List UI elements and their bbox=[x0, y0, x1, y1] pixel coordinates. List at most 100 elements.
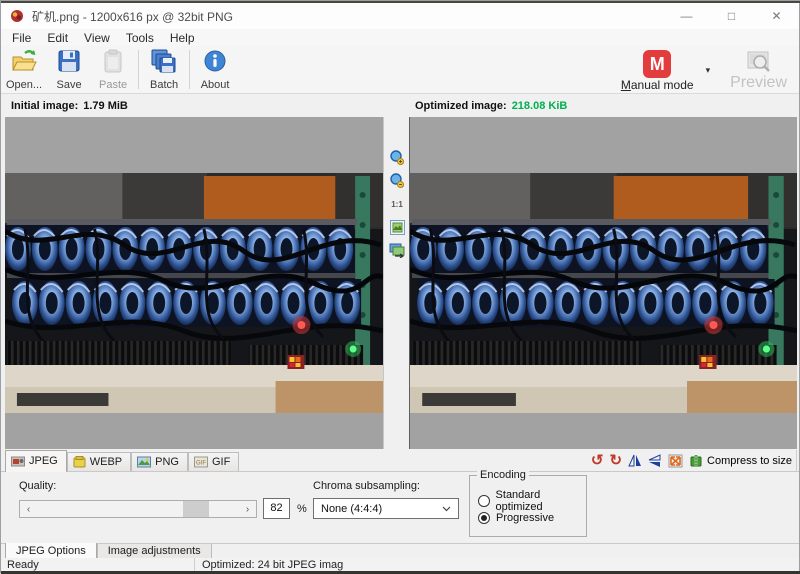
status-separator bbox=[194, 558, 195, 572]
menu-bar: File Edit View Tools Help bbox=[1, 29, 799, 46]
preview-label: Preview bbox=[730, 74, 787, 92]
about-label: About bbox=[201, 79, 230, 91]
tab-image-adjustments[interactable]: Image adjustments bbox=[97, 544, 212, 559]
resize-image-button[interactable] bbox=[668, 454, 683, 468]
about-button[interactable]: About bbox=[193, 46, 237, 93]
jpeg-tab-icon bbox=[11, 455, 25, 467]
flip-vertical-button[interactable] bbox=[648, 454, 662, 467]
radio-circle bbox=[478, 495, 490, 507]
tab-jpeg-options[interactable]: JPEG Options bbox=[5, 543, 97, 559]
quality-slider[interactable]: ‹ › bbox=[19, 500, 257, 518]
slider-track[interactable] bbox=[37, 501, 239, 517]
chroma-selected-value: None (4:4:4) bbox=[321, 503, 382, 515]
tab-gif[interactable]: GIF GIF bbox=[188, 452, 239, 471]
window-title: 矿机.png - 1200x616 px @ 32bit PNG bbox=[32, 8, 233, 25]
menu-help[interactable]: Help bbox=[162, 30, 203, 46]
quality-label: Quality: bbox=[19, 480, 56, 492]
mode-dropdown-caret[interactable]: ▾ bbox=[698, 65, 725, 76]
tab-webp-label: WEBP bbox=[90, 456, 122, 468]
actual-size-button[interactable]: 1:1 bbox=[388, 195, 406, 213]
open-button[interactable]: Open... bbox=[1, 46, 47, 93]
zoom-in-icon bbox=[389, 150, 405, 166]
window-controls: — □ ✕ bbox=[664, 3, 799, 29]
toolbar-separator bbox=[138, 50, 139, 89]
screen-top-edge bbox=[1, 1, 800, 3]
batch-button[interactable]: Batch bbox=[142, 46, 186, 93]
rotate-left-button[interactable]: ↺ bbox=[591, 453, 604, 468]
initial-image-label: Initial image: bbox=[11, 100, 78, 112]
png-tab-icon bbox=[137, 456, 151, 468]
minimize-button[interactable]: — bbox=[664, 3, 709, 29]
manual-mode-label-initial: M bbox=[621, 78, 631, 92]
tab-png-label: PNG bbox=[155, 456, 179, 468]
zoom-in-button[interactable] bbox=[388, 149, 406, 167]
compress-to-size-button[interactable]: Compress to size bbox=[689, 454, 792, 468]
quality-unit-label: % bbox=[297, 503, 307, 515]
radio-standard-optimized[interactable]: Standard optimized bbox=[478, 489, 586, 513]
webp-tab-icon bbox=[73, 456, 86, 468]
maximize-button[interactable]: □ bbox=[709, 3, 754, 29]
optimized-image-header: Optimized image: 218.08 KiB bbox=[409, 97, 797, 115]
initial-image-header: Initial image: 1.79 MiB bbox=[5, 97, 384, 115]
tab-png[interactable]: PNG bbox=[131, 452, 188, 471]
compress-to-size-icon bbox=[689, 454, 703, 468]
initial-image-panel[interactable] bbox=[5, 117, 384, 449]
open-label: Open... bbox=[6, 79, 42, 91]
format-tab-bar: JPEG WEBP PNG GIF GIF ↺ ↻ bbox=[1, 450, 799, 472]
preview-button[interactable]: Preview bbox=[724, 46, 793, 94]
menu-file[interactable]: File bbox=[4, 30, 39, 46]
encoding-groupbox: Encoding Standard optimized Progressive bbox=[469, 475, 587, 537]
tab-webp[interactable]: WEBP bbox=[67, 452, 131, 471]
manual-mode-label-rest: anual mode bbox=[631, 78, 694, 92]
chroma-subsampling-select[interactable]: None (4:4:4) bbox=[313, 498, 459, 519]
view-tool-strip: 1:1 bbox=[385, 117, 409, 449]
manual-mode-button[interactable]: M Manual mode bbox=[617, 46, 698, 94]
manual-mode-label: Manual mode bbox=[621, 78, 694, 92]
batch-icon bbox=[151, 49, 177, 73]
menu-tools[interactable]: Tools bbox=[118, 30, 162, 46]
menu-edit[interactable]: Edit bbox=[39, 30, 76, 46]
radio-progressive[interactable]: Progressive bbox=[478, 512, 554, 524]
toolbar-right-group: M Manual mode ▾ Preview bbox=[617, 46, 793, 94]
flip-horizontal-button[interactable] bbox=[628, 454, 642, 467]
app-window: 矿机.png - 1200x616 px @ 32bit PNG — □ ✕ F… bbox=[0, 0, 800, 573]
paste-button[interactable]: Paste bbox=[91, 46, 135, 93]
optimized-image-panel[interactable] bbox=[409, 117, 797, 449]
batch-label: Batch bbox=[150, 79, 178, 91]
encoding-group-title: Encoding bbox=[477, 469, 529, 481]
paste-clipboard-icon bbox=[102, 49, 124, 73]
slider-thumb[interactable] bbox=[183, 501, 209, 517]
about-info-icon bbox=[203, 49, 227, 73]
close-button[interactable]: ✕ bbox=[754, 3, 799, 29]
transform-toolbar: ↺ ↻ Compress to size bbox=[591, 450, 797, 471]
main-toolbar: Open... Save Paste bbox=[1, 46, 799, 94]
initial-image-size: 1.79 MiB bbox=[83, 100, 128, 112]
fit-to-window-button[interactable] bbox=[388, 218, 406, 236]
radio-progressive-label: Progressive bbox=[496, 512, 554, 524]
preview-magnifier-icon bbox=[746, 50, 772, 74]
chevron-down-icon bbox=[442, 506, 451, 512]
compare-views-button[interactable] bbox=[388, 241, 406, 259]
menu-view[interactable]: View bbox=[76, 30, 118, 46]
save-label: Save bbox=[57, 79, 82, 91]
slider-left-arrow[interactable]: ‹ bbox=[20, 501, 37, 517]
slider-right-arrow[interactable]: › bbox=[239, 501, 256, 517]
tab-gif-label: GIF bbox=[212, 456, 230, 468]
gif-tab-icon: GIF bbox=[194, 456, 208, 468]
chroma-subsampling-label: Chroma subsampling: bbox=[313, 480, 420, 492]
tab-jpeg[interactable]: JPEG bbox=[5, 450, 67, 472]
status-optimized-text: Optimized: 24 bit JPEG imag bbox=[202, 559, 343, 571]
options-tab-bar: JPEG Options Image adjustments bbox=[1, 543, 799, 558]
title-bar[interactable]: 矿机.png - 1200x616 px @ 32bit PNG — □ ✕ bbox=[1, 3, 799, 29]
initial-mining-rig-photo bbox=[5, 173, 383, 413]
fit-to-window-icon bbox=[390, 220, 405, 235]
svg-text:GIF: GIF bbox=[196, 460, 206, 466]
save-floppy-icon bbox=[57, 49, 81, 73]
jpeg-options-panel: Quality: ‹ › 82 % Chroma subsampling: No… bbox=[1, 472, 799, 543]
save-button[interactable]: Save bbox=[47, 46, 91, 93]
actual-size-label: 1:1 bbox=[391, 200, 403, 209]
rotate-right-button[interactable]: ↻ bbox=[609, 453, 622, 468]
zoom-out-button[interactable] bbox=[388, 172, 406, 190]
quality-value-field[interactable]: 82 bbox=[263, 498, 290, 519]
tab-jpeg-label: JPEG bbox=[29, 455, 58, 467]
